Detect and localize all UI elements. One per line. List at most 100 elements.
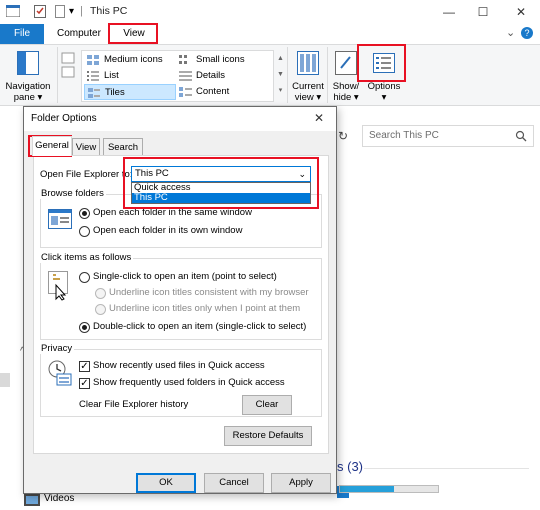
underline-consistent-radio[interactable] xyxy=(95,288,106,299)
layout-content[interactable]: Content xyxy=(176,84,272,100)
tab-file[interactable]: File xyxy=(0,24,44,44)
customize-qat-icon[interactable]: ▾ xyxy=(69,6,74,17)
devices-section-header[interactable]: s (3) xyxy=(337,459,363,474)
frequent-folders-label[interactable]: Show frequently used folders in Quick ac… xyxy=(93,377,285,389)
frequent-folders-checkbox[interactable]: ✓ xyxy=(79,378,90,389)
refresh-icon[interactable]: ↻ xyxy=(338,127,352,145)
privacy-icon xyxy=(48,360,72,386)
single-click-label[interactable]: Single-click to open an item (point to s… xyxy=(93,271,277,283)
open-explorer-label: Open File Explorer to: xyxy=(40,169,133,180)
navigation-pane-label: Navigation xyxy=(5,81,51,92)
minimize-button[interactable]: — xyxy=(432,0,466,24)
drive-usage-fill xyxy=(340,486,394,492)
current-view-label: Current xyxy=(292,81,324,92)
title-separator: | xyxy=(80,5,83,17)
privacy-title: Privacy xyxy=(39,343,75,354)
tab-general[interactable]: General xyxy=(32,136,72,156)
cancel-button[interactable]: Cancel xyxy=(204,473,264,493)
ribbon-divider xyxy=(327,47,328,103)
list-icon xyxy=(87,71,100,81)
underline-point-radio[interactable] xyxy=(95,304,106,315)
dialog-title-bar: Folder Options ✕ xyxy=(24,107,336,131)
tab-view-options[interactable]: View xyxy=(72,138,100,156)
layout-list[interactable]: List xyxy=(84,68,176,84)
sidebar-selection xyxy=(0,373,10,387)
restore-defaults-button[interactable]: Restore Defaults xyxy=(224,426,312,446)
gallery-scroll[interactable]: ▲ ▼ ▾ xyxy=(276,51,285,101)
window-title: This PC xyxy=(90,5,128,17)
clear-history-label: Clear File Explorer history xyxy=(79,399,189,410)
highlight-options xyxy=(357,44,406,82)
drive-usage-bar xyxy=(339,485,439,493)
browse-folders-title: Browse folders xyxy=(39,188,106,199)
browse-folders-icon xyxy=(48,209,72,229)
current-view-button[interactable]: Current view ▾ xyxy=(290,49,326,103)
new-folder-icon[interactable] xyxy=(55,5,65,18)
close-button[interactable]: ✕ xyxy=(504,0,538,24)
panes-icon xyxy=(60,51,76,91)
search-icon[interactable] xyxy=(515,130,527,142)
tiles-icon xyxy=(88,88,101,98)
show-hide-label-2: hide ▾ xyxy=(333,92,359,103)
tab-search[interactable]: Search xyxy=(103,138,143,156)
layout-medium-icons[interactable]: Medium icons xyxy=(84,52,176,68)
layout-label: Details xyxy=(196,70,226,81)
layout-label: Medium icons xyxy=(104,54,163,65)
ribbon-divider xyxy=(57,47,58,103)
ribbon-divider xyxy=(287,47,288,103)
section-divider xyxy=(364,468,529,469)
highlight-view-tab xyxy=(108,23,158,44)
layout-label: Content xyxy=(196,86,230,97)
dialog-close-button[interactable]: ✕ xyxy=(314,111,324,125)
medium-icons-icon xyxy=(87,55,100,65)
tab-computer[interactable]: Computer xyxy=(49,24,109,44)
current-view-label-2: view ▾ xyxy=(294,92,322,103)
double-click-label[interactable]: Double-click to open an item (single-cli… xyxy=(93,321,306,333)
apply-button[interactable]: Apply xyxy=(271,473,331,493)
privacy-group: Privacy ✓ Show recently used files in Qu… xyxy=(39,343,322,417)
click-items-group: Click items as follows Single-click to o… xyxy=(39,252,322,340)
collapse-ribbon-icon[interactable]: ⌄ xyxy=(506,26,515,39)
underline-point-label[interactable]: Underline icon titles only when I point … xyxy=(109,303,300,315)
layout-label: Small icons xyxy=(196,54,245,65)
click-items-icon xyxy=(48,271,70,301)
navigation-pane-label-2: pane ▾ xyxy=(13,92,43,103)
navigation-pane-button[interactable]: Navigation pane ▾ xyxy=(4,49,52,103)
underline-consistent-label[interactable]: Underline icon titles consistent with my… xyxy=(109,287,309,299)
layout-tiles[interactable]: Tiles xyxy=(84,84,176,100)
clear-history-button[interactable]: Clear xyxy=(242,395,292,415)
highlight-open-explorer xyxy=(123,157,319,209)
search-input[interactable]: Search This PC xyxy=(362,125,534,147)
current-view-icon xyxy=(297,51,319,75)
maximize-button[interactable]: ☐ xyxy=(466,0,500,24)
videos-folder-icon xyxy=(24,492,40,506)
explorer-icon xyxy=(6,5,20,17)
own-window-label[interactable]: Open each folder in its own window xyxy=(93,225,242,237)
help-icon[interactable]: ? xyxy=(521,27,533,39)
layout-small-icons[interactable]: Small icons xyxy=(176,52,272,68)
layout-gallery: Medium icons Small icons List Details Ti… xyxy=(81,50,274,102)
single-click-radio[interactable] xyxy=(79,272,90,283)
recent-files-checkbox[interactable]: ✓ xyxy=(79,361,90,372)
options-label: Options xyxy=(367,81,401,92)
layout-label: Tiles xyxy=(105,87,125,98)
show-hide-label: Show/ xyxy=(332,81,360,92)
ok-button[interactable]: OK xyxy=(136,473,196,493)
dialog-title: Folder Options xyxy=(31,113,97,124)
properties-icon[interactable] xyxy=(34,5,46,18)
navigation-pane-icon xyxy=(17,51,39,75)
title-bar: ▾ | This PC — ☐ ✕ xyxy=(0,0,540,24)
layout-label: List xyxy=(104,70,119,81)
own-window-radio[interactable] xyxy=(79,226,90,237)
recent-files-label[interactable]: Show recently used files in Quick access xyxy=(93,360,265,372)
same-window-radio[interactable] xyxy=(79,208,90,219)
double-click-radio[interactable] xyxy=(79,322,90,333)
click-items-title: Click items as follows xyxy=(39,252,134,263)
small-icons-icon xyxy=(179,55,192,65)
sidebar-item-videos[interactable]: Videos xyxy=(44,493,74,504)
ribbon: Navigation pane ▾ Medium icons Small ico… xyxy=(0,44,540,106)
content-icon xyxy=(179,87,192,97)
layout-details[interactable]: Details xyxy=(176,68,272,84)
ribbon-tabs: File Computer View ⌄ ? xyxy=(0,24,540,44)
options-dropdown-icon[interactable]: ▾ xyxy=(364,92,404,103)
